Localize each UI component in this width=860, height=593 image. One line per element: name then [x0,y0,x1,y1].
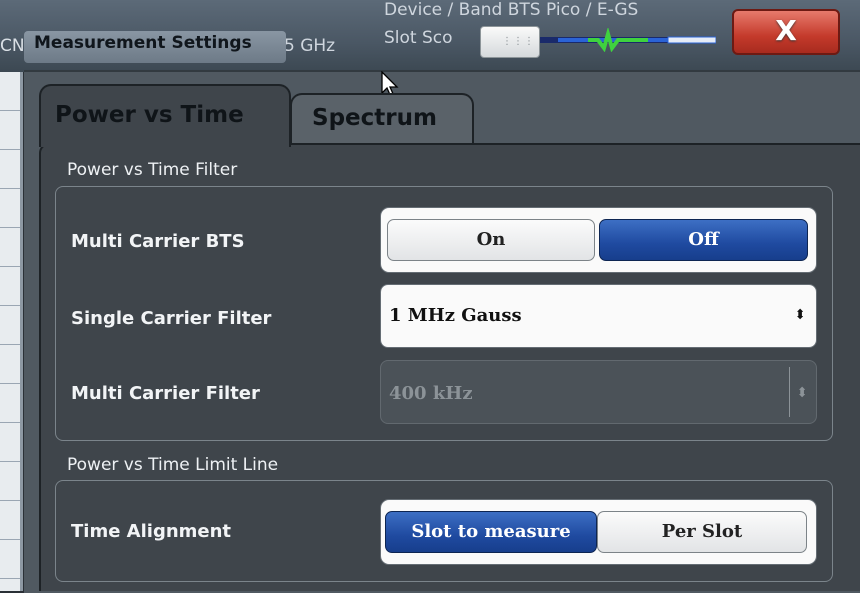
background-slot-text: Slot Sco [384,28,453,48]
multi-carrier-bts-off-button[interactable]: Off [599,219,808,261]
off-button-label: Off [688,229,719,250]
slider-grip-icon: ⋮⋮⋮ [502,36,535,47]
background-mini-trace [538,28,716,52]
transparency-slider-handle[interactable]: ⋮⋮⋮ [480,26,540,58]
multi-carrier-bts-toggle: On Off [380,207,817,273]
single-carrier-filter-label: Single Carrier Filter [71,308,272,329]
time-alignment-label: Time Alignment [71,521,232,542]
per-slot-label: Per Slot [661,521,743,542]
close-icon: X [775,14,797,47]
single-carrier-filter-value: 1 MHz Gauss [389,305,522,326]
time-alignment-toggle: Slot to measure Per Slot [380,499,817,565]
tab-spectrum[interactable]: Spectrum [290,93,474,145]
tab-spectrum-label: Spectrum [312,105,437,131]
background-device-text: Device / Band BTS Pico / E-GS [384,0,639,20]
limit-line-section-title: Power vs Time Limit Line [67,455,279,475]
slot-to-measure-label: Slot to measure [411,521,571,542]
dialog-title: Measurement Settings [34,33,252,53]
close-button[interactable]: X [732,9,840,55]
background-left-text: CN [0,36,25,56]
multi-carrier-bts-label: Multi Carrier BTS [71,231,245,252]
single-carrier-filter-dropdown[interactable]: 1 MHz Gauss ⬍ [380,284,817,348]
multi-carrier-filter-label: Multi Carrier Filter [71,383,260,404]
per-slot-button[interactable]: Per Slot [597,511,807,553]
multi-carrier-filter-dropdown: 400 kHz ⬍ [380,360,817,424]
background-left-grid [0,72,22,591]
on-button-label: On [476,229,506,250]
multi-carrier-bts-on-button[interactable]: On [387,219,595,261]
slot-to-measure-button[interactable]: Slot to measure [385,511,597,553]
updown-arrow-icon: ⬍ [794,307,806,323]
multi-carrier-filter-value: 400 kHz [389,383,473,404]
background-left-edge [20,72,23,591]
dropdown-separator [789,367,790,417]
updown-arrow-icon: ⬍ [796,385,808,401]
background-frequency-text: 5 GHz [284,36,336,56]
filter-section-title: Power vs Time Filter [67,160,238,180]
tab-power-vs-time[interactable]: Power vs Time [39,84,291,147]
tab-power-vs-time-label: Power vs Time [55,102,244,128]
